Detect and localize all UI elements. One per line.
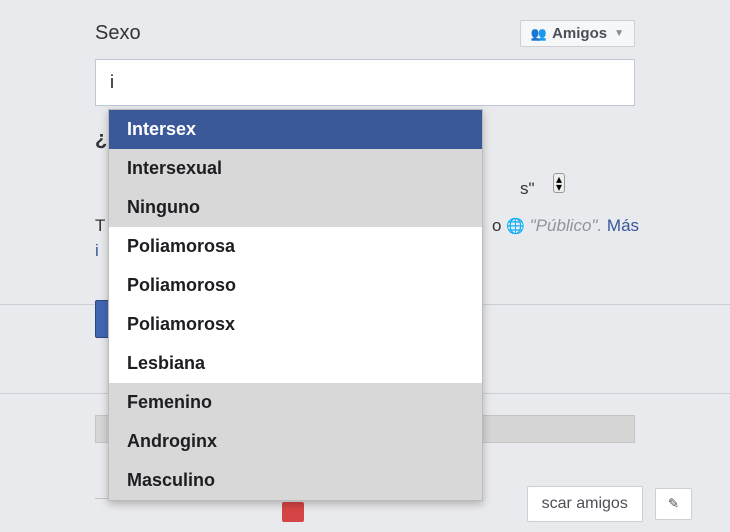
friends-icon: 👥: [531, 26, 547, 42]
truncated-text-o: o 🌐 "Público". Más: [492, 216, 639, 236]
select-trailing-text: s": [520, 179, 535, 199]
gender-input[interactable]: [95, 59, 635, 106]
privacy-label: Amigos: [552, 25, 607, 42]
privacy-selector-button[interactable]: 👥 Amigos ▼: [520, 20, 635, 47]
dropdown-option[interactable]: Androginx: [109, 422, 482, 461]
edit-button[interactable]: ✎: [655, 488, 692, 520]
dropdown-option[interactable]: Poliamorosa: [109, 227, 482, 266]
mas-link[interactable]: Más: [607, 216, 639, 235]
dropdown-option[interactable]: Masculino: [109, 461, 482, 500]
chevron-down-icon: ▼: [614, 28, 624, 39]
dropdown-option[interactable]: Lesbiana: [109, 344, 482, 383]
globe-icon: 🌐: [506, 218, 525, 235]
select-spinner-icon[interactable]: ▴▾: [553, 173, 565, 193]
dropdown-option[interactable]: Poliamorosx: [109, 305, 482, 344]
dropdown-option[interactable]: Poliamoroso: [109, 266, 482, 305]
dropdown-option[interactable]: Ninguno: [109, 188, 482, 227]
truncated-link-i[interactable]: i: [95, 241, 99, 261]
dropdown-option[interactable]: Intersex: [109, 110, 482, 149]
notification-badge: [282, 502, 304, 522]
dropdown-option[interactable]: Intersexual: [109, 149, 482, 188]
pencil-icon: ✎: [668, 496, 679, 511]
field-label: Sexo: [95, 22, 141, 45]
gender-dropdown: IntersexIntersexualNingunoPoliamorosaPol…: [108, 109, 483, 501]
publico-text: "Público".: [530, 216, 603, 235]
search-friends-button[interactable]: scar amigos: [527, 486, 643, 522]
truncated-text-t: T: [95, 216, 105, 236]
dropdown-option[interactable]: Femenino: [109, 383, 482, 422]
